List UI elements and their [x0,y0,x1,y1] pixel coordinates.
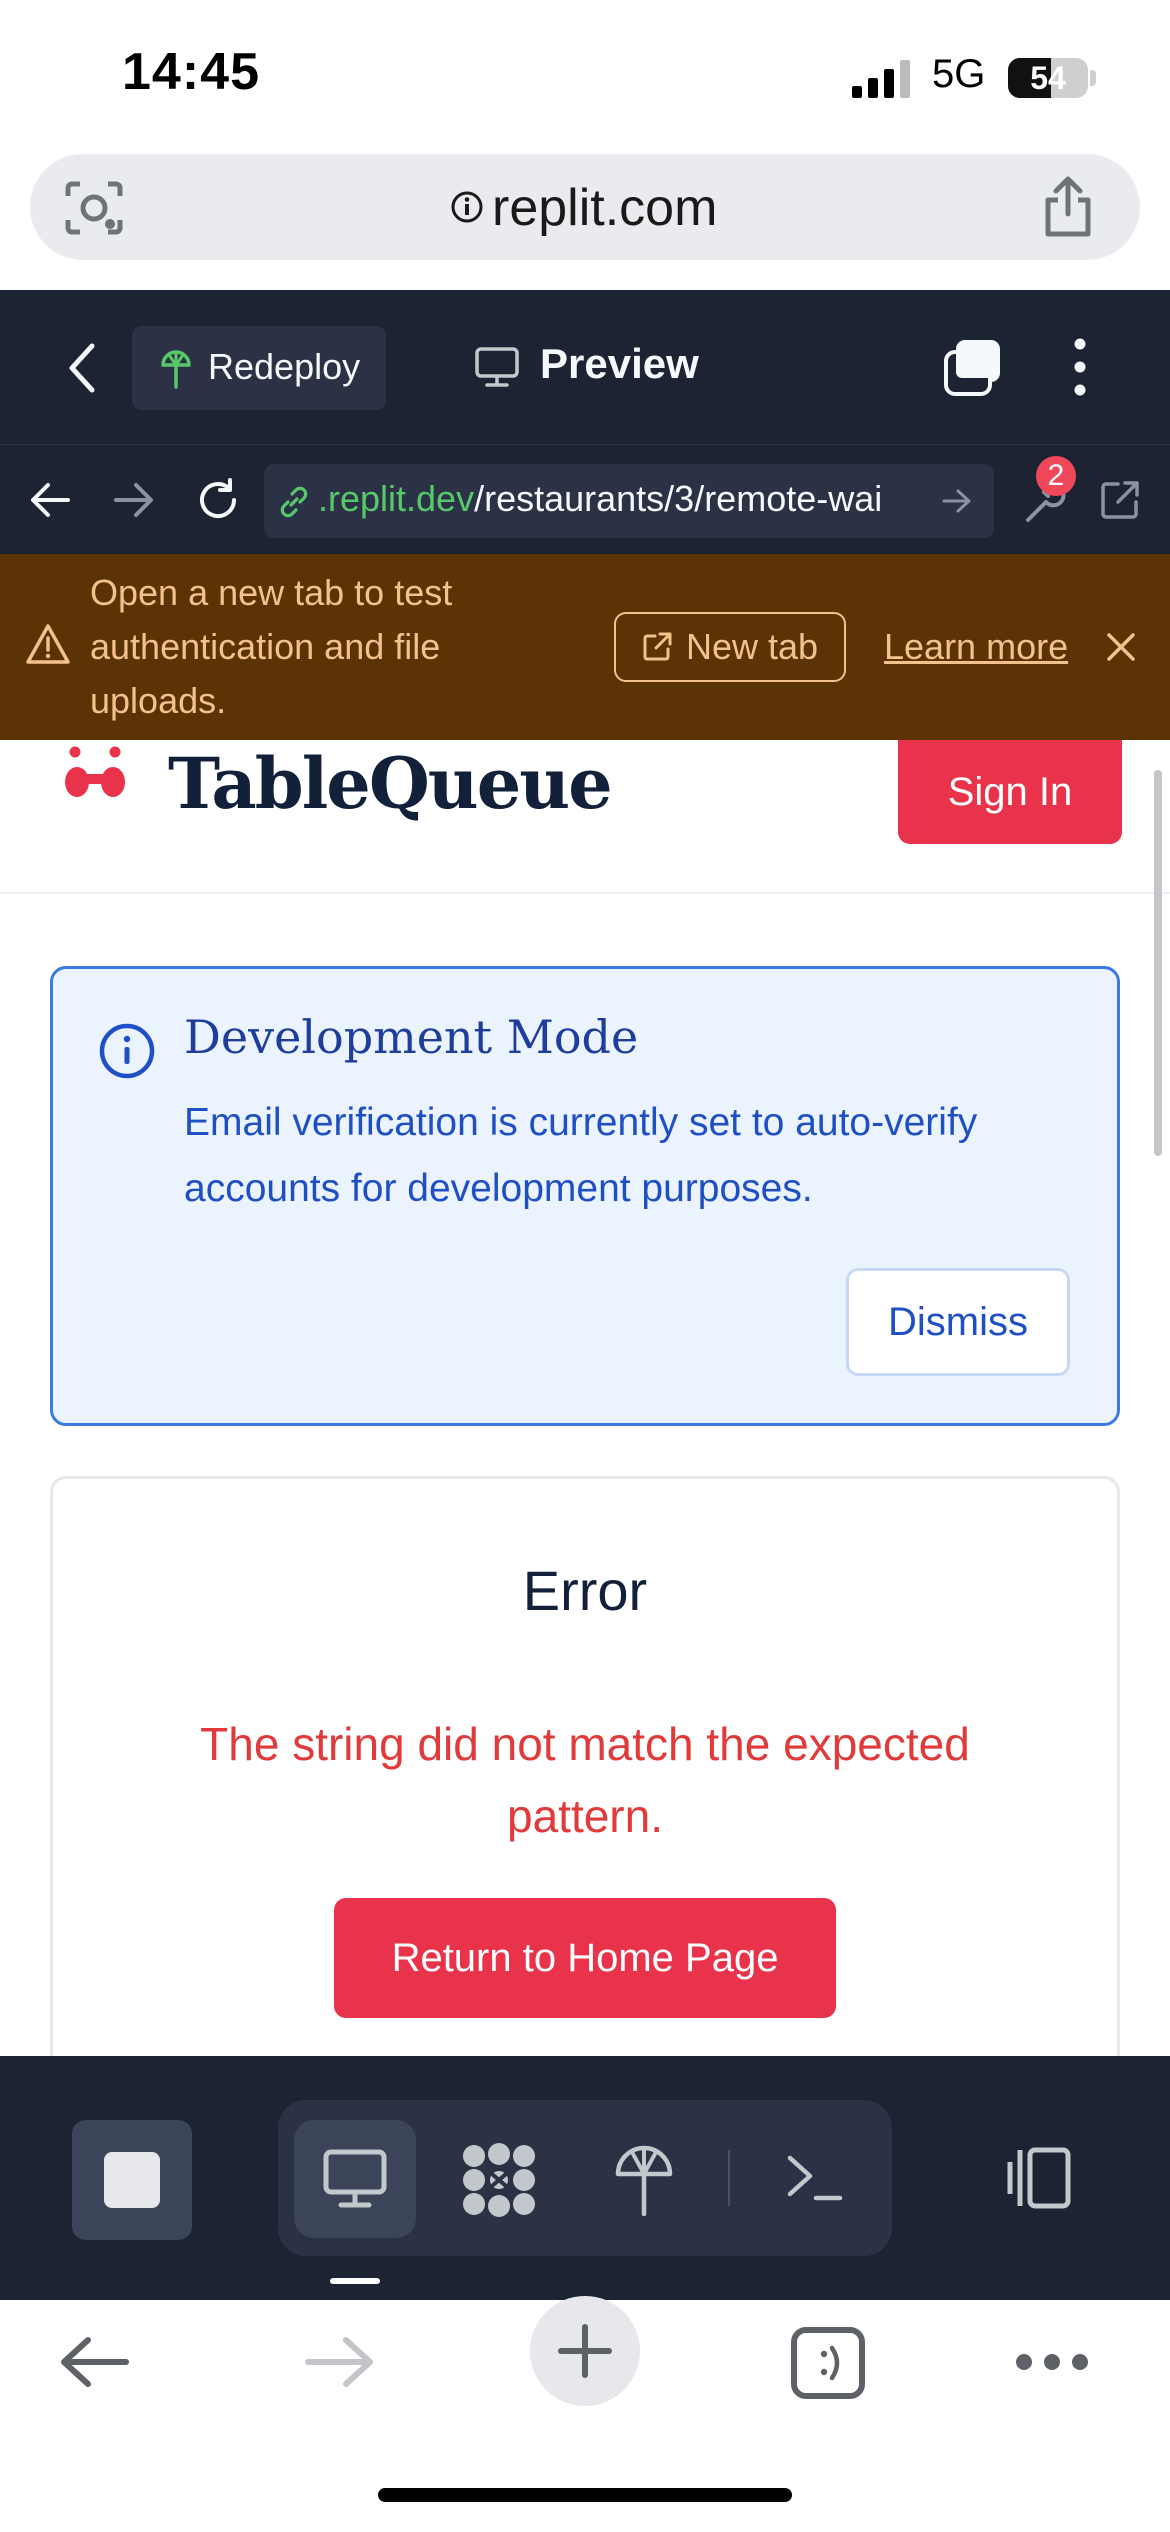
back-chevron-icon[interactable] [66,342,98,394]
signal-icon [852,60,910,98]
learn-more-link[interactable]: Learn more [884,626,1068,668]
tab-switcher-icon[interactable] [790,2326,866,2400]
new-tab-label: New tab [686,626,819,667]
browser-back-icon[interactable] [58,2336,130,2388]
url-go-arrow-icon[interactable] [940,486,976,516]
share-icon[interactable] [1040,176,1096,238]
nav-back-icon[interactable] [28,480,72,520]
url-host: .replit.dev [318,478,475,519]
error-message: The string did not match the expected pa… [200,1718,970,1842]
preview-url-text: .replit.dev/restaurants/3/remote-wai [318,478,930,520]
stop-icon [104,2152,160,2208]
battery-cap [1090,70,1096,86]
warning-icon [26,624,70,664]
browser-forward-icon[interactable] [304,2336,376,2388]
page-scrollbar[interactable] [1154,770,1162,1156]
dismiss-button[interactable]: Dismiss [846,1268,1070,1376]
network-type: 5G [932,52,986,96]
tablequeue-logo-icon [65,746,125,797]
notification-badge: 2 [1036,456,1076,496]
brand-name[interactable]: TableQueue [168,742,613,825]
dev-alert-title: Development Mode [184,1010,639,1064]
link-icon [280,486,308,518]
monitor-icon [475,347,519,387]
error-title: Error [522,1559,648,1622]
more-vertical-icon[interactable] [1066,336,1094,398]
site-info-icon[interactable] [450,190,484,224]
deploy-icon[interactable] [612,2140,676,2216]
battery-icon: 54 [1008,58,1088,98]
battery-level: 54 [1030,60,1066,96]
open-external-icon[interactable] [1098,478,1142,522]
redeploy-label: Redeploy [208,346,361,387]
deploy-icon [161,350,191,389]
banner-message: Open a new tab to test authentication an… [90,572,453,721]
camera-scan-icon[interactable] [64,180,124,236]
tabs-icon[interactable] [942,338,1004,398]
return-home-button[interactable]: Return to Home Page [334,1898,836,2018]
more-horizontal-icon[interactable] [1014,2350,1090,2374]
status-time: 14:45 [122,43,260,101]
layout-toggle-icon[interactable] [1000,2146,1072,2210]
terminal-icon[interactable] [784,2150,844,2206]
nav-forward-icon[interactable] [112,480,156,520]
plus-icon [558,2324,612,2378]
agent-icon[interactable] [460,2142,538,2218]
monitor-icon [323,2149,387,2208]
info-icon [99,1023,155,1079]
reload-icon[interactable] [194,476,242,524]
preview-title[interactable]: Preview [540,340,699,388]
toolbar-divider [728,2150,730,2206]
drawer-handle[interactable] [330,2278,380,2284]
close-icon[interactable] [1104,630,1138,664]
external-link-icon [643,632,672,661]
dev-alert-body: Email verification is currently set to a… [184,1101,978,1210]
browser-url: replit.com [492,179,718,237]
home-indicator[interactable] [378,2488,792,2502]
url-path: /restaurants/3/remote-wai [474,478,883,519]
sign-in-button[interactable]: Sign In [898,740,1122,844]
